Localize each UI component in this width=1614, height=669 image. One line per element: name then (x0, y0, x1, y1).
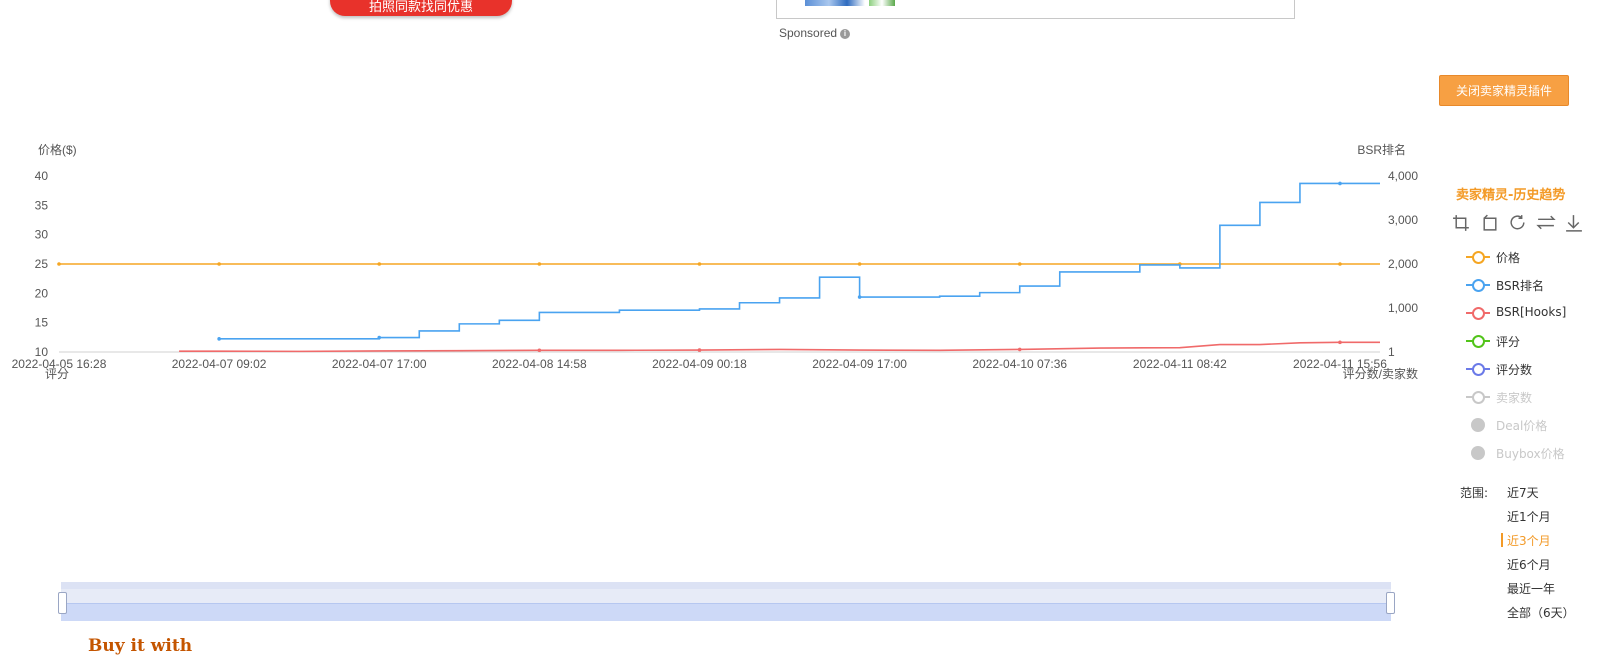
legend-dot-icon (1471, 418, 1485, 432)
legend-label: 评分 (1496, 335, 1521, 349)
zoom-in-icon[interactable] (1452, 213, 1472, 233)
series-point-BSR[Hooks] (537, 348, 542, 353)
swap-icon[interactable] (1536, 213, 1556, 233)
right-axis-tick-label: 3,000 (1388, 213, 1418, 227)
x-axis-tick-label: 2022-04-09 00:18 (652, 357, 747, 371)
right-axis-tick-label: 1 (1388, 345, 1395, 359)
ad-thumbnail[interactable] (869, 0, 895, 6)
legend-item[interactable]: Deal价格 (1466, 415, 1596, 435)
history-trend-chart[interactable]: 价格($) BSR排名1015202530354011,0002,0003,000… (0, 140, 1440, 400)
x-axis-tick-label: 2022-04-11 08:42 (1133, 357, 1227, 371)
legend-item[interactable]: BSR排名 (1466, 275, 1596, 295)
series-point-BSR[Hooks] (1017, 347, 1022, 352)
legend-label: BSR[Hooks] (1496, 305, 1567, 319)
range-label: 范围: (1460, 486, 1489, 500)
left-axis-tick-label: 15 (35, 316, 49, 330)
legend-label: 评分数 (1496, 363, 1533, 377)
series-point-价格 (1017, 262, 1022, 266)
info-icon[interactable]: i (840, 29, 851, 39)
datazoom-right-handle[interactable] (1386, 592, 1395, 614)
series-point-BSR排名 (217, 337, 221, 341)
series-point-BSR排名 (1338, 181, 1342, 186)
sponsored-ad-box[interactable] (776, 0, 1295, 19)
left-axis-title: 价格($) (38, 142, 77, 157)
legend-circle-icon (1472, 335, 1485, 348)
legend-item[interactable]: 评分 (1466, 331, 1596, 351)
legend-circle-icon (1472, 251, 1485, 264)
range-option[interactable]: 近3个月 (1501, 532, 1551, 549)
photo-search-button-label: 拍照同款找同优惠 (368, 0, 473, 15)
close-plugin-button[interactable]: 关闭卖家精灵插件 (1439, 75, 1569, 106)
x-axis-tick-label: 2022-04-07 17:00 (332, 357, 427, 371)
legend-label: 价格 (1496, 251, 1521, 265)
right-axis-tick-label: 1,000 (1388, 301, 1418, 315)
series-point-BSR[Hooks] (1338, 340, 1342, 345)
x-axis-tick-label: 2022-04-10 07:36 (972, 357, 1067, 371)
reviews-sellers-axis-label: 评分数/卖家数 (1343, 366, 1418, 381)
legend-label: 卖家数 (1496, 391, 1533, 405)
legend-item[interactable]: 卖家数 (1466, 387, 1596, 407)
range-option[interactable]: 全部（6天） (1507, 604, 1575, 621)
legend-circle-icon (1472, 363, 1485, 376)
legend-circle-icon (1472, 391, 1485, 404)
legend-item[interactable]: 评分数 (1466, 359, 1596, 379)
series-line-BSR[Hooks] (179, 341, 1380, 353)
series-point-价格 (377, 262, 382, 266)
right-axis-tick-label: 2,000 (1388, 257, 1418, 271)
refresh-icon[interactable] (1508, 213, 1528, 233)
left-axis-tick-label: 25 (35, 257, 49, 271)
legend-circle-icon (1472, 279, 1485, 292)
panel-title: 卖家精灵-历史趋势 (1456, 188, 1566, 203)
legend-label: Buybox价格 (1496, 447, 1565, 461)
left-axis-tick-label: 30 (35, 228, 49, 242)
range-option[interactable]: 近6个月 (1507, 556, 1551, 573)
series-point-价格 (217, 262, 221, 266)
legend-item[interactable]: Buybox价格 (1466, 443, 1596, 463)
datazoom-left-handle[interactable] (58, 592, 67, 614)
range-option[interactable]: 近1个月 (1507, 508, 1551, 525)
series-point-BSR[Hooks] (697, 348, 702, 352)
rating-axis-label: 评分 (45, 367, 69, 381)
sponsored-label: Sponsored i (779, 26, 851, 40)
datazoom-slider-track[interactable] (61, 582, 1391, 589)
zoom-reset-icon[interactable] (1480, 213, 1500, 233)
series-point-价格 (537, 262, 542, 266)
legend-dot-icon (1471, 446, 1485, 460)
left-axis-tick-label: 35 (35, 198, 49, 212)
range-option[interactable]: 最近一年 (1507, 580, 1555, 597)
buy-it-with-heading: Buy it with (88, 636, 193, 656)
datazoom-selected-range[interactable] (61, 603, 1391, 621)
legend-item[interactable]: 价格 (1466, 247, 1596, 267)
series-point-价格 (857, 262, 862, 266)
ad-thumbnail[interactable] (805, 0, 865, 6)
series-point-价格 (57, 262, 61, 266)
legend-label: BSR排名 (1496, 279, 1544, 293)
left-axis-tick-label: 20 (35, 286, 49, 300)
right-axis-tick-label: 4,000 (1388, 169, 1418, 183)
x-axis-tick-label: 2022-04-07 09:02 (172, 357, 267, 371)
series-point-价格 (697, 262, 702, 266)
series-point-BSR排名 (377, 335, 382, 340)
series-line-BSR排名 (219, 182, 1380, 340)
right-axis-title: BSR排名 (1357, 142, 1406, 157)
range-option[interactable]: 近7天 (1507, 484, 1539, 501)
legend-label: Deal价格 (1496, 419, 1548, 433)
legend-circle-icon (1472, 307, 1485, 320)
series-point-BSR排名 (857, 295, 862, 299)
x-axis-tick-label: 2022-04-09 17:00 (812, 357, 907, 371)
sponsored-text: Sponsored (779, 26, 838, 40)
left-axis-tick-label: 40 (35, 169, 49, 183)
legend-item[interactable]: BSR[Hooks] (1466, 303, 1596, 323)
x-axis-tick-label: 2022-04-08 14:58 (492, 357, 587, 371)
series-point-价格 (1338, 262, 1342, 266)
download-icon[interactable] (1564, 213, 1584, 233)
